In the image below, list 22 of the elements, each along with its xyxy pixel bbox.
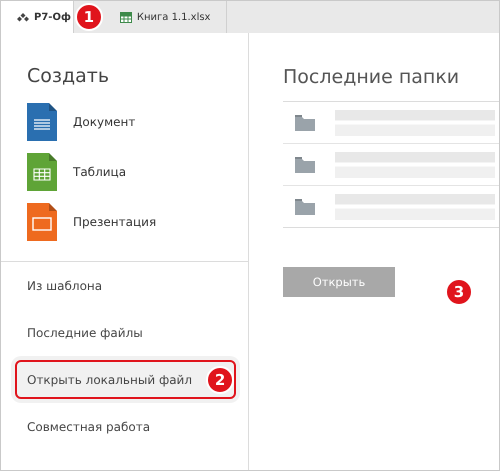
diamonds-icon: [17, 12, 29, 22]
create-item[interactable]: Документ: [73, 115, 136, 129]
tab[interactable]: Книга 1.1.xlsx: [104, 1, 228, 33]
presentation-icon[interactable]: [27, 203, 57, 241]
folder-icon: [295, 198, 315, 214]
tab[interactable]: Р7-Оф: [1, 1, 74, 33]
create-item[interactable]: Презентация: [73, 215, 156, 229]
section-title: Создать: [27, 65, 110, 87]
section-title: Последние папки: [283, 66, 460, 88]
sidebar-item[interactable]: Открыть локальный файл 2: [11, 356, 240, 403]
create-item[interactable]: Таблица: [73, 165, 126, 179]
sidebar-item[interactable]: Совместная работа: [1, 403, 240, 450]
folder-icon: [295, 114, 315, 130]
spreadsheet-icon: [120, 12, 132, 22]
sidebar-item[interactable]: Последние файлы: [1, 309, 240, 356]
callout-badge: 3: [445, 278, 473, 306]
callout-badge: 2: [206, 366, 234, 394]
document-icon[interactable]: [27, 103, 57, 141]
sidebar-item[interactable]: Из шаблона: [1, 262, 240, 309]
callout-badge: 1: [74, 3, 103, 31]
spreadsheet-icon[interactable]: [27, 153, 57, 191]
folder-icon: [295, 156, 315, 172]
